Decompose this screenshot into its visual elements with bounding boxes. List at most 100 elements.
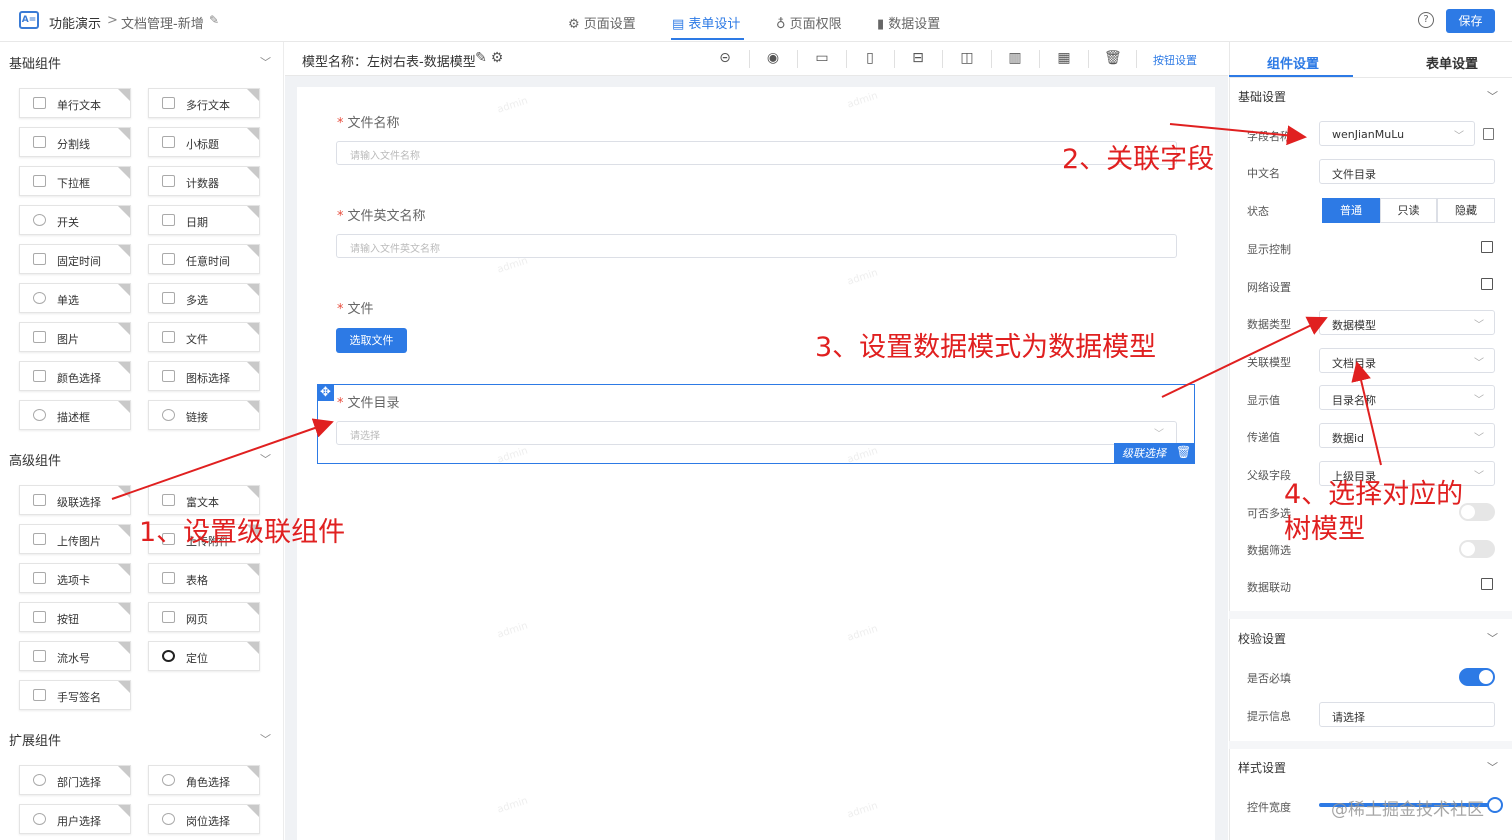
component-description[interactable]: 描述框 (19, 400, 131, 430)
switch-icon (33, 214, 46, 226)
component-multi-text[interactable]: 多行文本 (148, 88, 260, 118)
desktop-icon[interactable]: ▭ (814, 51, 830, 66)
tab-form-design[interactable]: ▤ 表单设计 (672, 13, 740, 32)
component-location[interactable]: 定位 (148, 641, 260, 671)
component-checkbox[interactable]: 多选 (148, 283, 260, 313)
edit-icon[interactable] (1481, 241, 1493, 253)
component-color-picker[interactable]: 颜色选择 (19, 361, 131, 391)
choose-file-button[interactable]: 选取文件 (336, 328, 407, 353)
field-label-file-en-name: * 文件英文名称 (337, 209, 426, 224)
data-filter-toggle[interactable] (1459, 540, 1495, 558)
component-subtitle[interactable]: 小标题 (148, 127, 260, 157)
tab-form-settings[interactable]: 表单设置 (1426, 53, 1478, 72)
component-upload-image[interactable]: 上传图片 (19, 524, 131, 554)
role-icon (162, 774, 175, 786)
location-pin-icon (162, 650, 175, 662)
component-any-time[interactable]: 任意时间 (148, 244, 260, 274)
component-image[interactable]: 图片 (19, 322, 131, 352)
delete-field-icon[interactable]: 🗑 (1176, 445, 1191, 461)
label-network: 网络设置 (1247, 281, 1291, 294)
file-en-name-input[interactable]: 请输入文件英文名称 (336, 234, 1177, 258)
component-divider[interactable]: 分割线 (19, 127, 131, 157)
section-divider (1229, 611, 1512, 619)
file-name-input[interactable]: 请输入文件名称 (336, 141, 1177, 165)
chevron-down-icon[interactable]: ﹀ (260, 451, 271, 467)
layout-rows-icon[interactable]: ⊟ (910, 51, 926, 66)
chevron-down-icon[interactable]: ﹀ (260, 731, 271, 747)
component-file[interactable]: 文件 (148, 322, 260, 352)
edit-title-icon[interactable]: ✎ (209, 13, 219, 27)
status-readonly[interactable]: 只读 (1380, 198, 1437, 223)
save-button[interactable]: 保存 (1446, 9, 1495, 33)
width-slider-handle[interactable] (1487, 797, 1503, 813)
multi-select-toggle[interactable] (1459, 503, 1495, 521)
toolbar-divider (797, 50, 798, 68)
component-tabs[interactable]: 选项卡 (19, 563, 131, 593)
component-table[interactable]: 表格 (148, 563, 260, 593)
layout-2col-icon[interactable]: ◫ (959, 51, 975, 66)
data-type-select[interactable]: 数据模型 ﹀ (1319, 310, 1495, 335)
chevron-down-icon[interactable]: ﹀ (1487, 630, 1498, 646)
help-icon[interactable]: ? (1418, 12, 1434, 28)
chevron-down-icon[interactable]: ﹀ (260, 54, 271, 70)
calendar-icon (33, 253, 46, 265)
component-switch[interactable]: 开关 (19, 205, 131, 235)
edit-icon[interactable] (1481, 578, 1493, 590)
section-style[interactable]: 样式设置 (1238, 759, 1286, 776)
trash-icon[interactable]: 🗑 (1104, 51, 1122, 66)
status-normal[interactable]: 普通 (1322, 198, 1380, 223)
required-toggle[interactable] (1459, 668, 1495, 686)
dropdown-icon (33, 175, 46, 187)
component-signature[interactable]: 手写签名 (19, 680, 131, 710)
component-dropdown[interactable]: 下拉框 (19, 166, 131, 196)
component-fixed-time[interactable]: 固定时间 (19, 244, 131, 274)
file-directory-select[interactable]: 请选择 ﹀ (336, 421, 1177, 445)
component-post-select[interactable]: 岗位选择 (148, 804, 260, 834)
edit-icon[interactable] (1481, 278, 1493, 290)
component-date[interactable]: 日期 (148, 205, 260, 235)
tab-component-settings[interactable]: 组件设置 (1267, 53, 1319, 72)
layout-4col-icon[interactable]: ▦ (1056, 51, 1072, 66)
component-single-text[interactable]: 单行文本 (19, 88, 131, 118)
component-webpage[interactable]: 网页 (148, 602, 260, 632)
chevron-down-icon[interactable]: ﹀ (1487, 88, 1498, 104)
mobile-icon[interactable]: ▯ (862, 51, 878, 66)
component-radio[interactable]: 单选 (19, 283, 131, 313)
field-name-select[interactable]: wenJianMuLu ﹀ (1319, 121, 1475, 146)
tab-page-settings[interactable]: ⚙ 页面设置 (568, 13, 636, 32)
section-extended-components[interactable]: 扩展组件 (9, 730, 61, 749)
section-basic-settings[interactable]: 基础设置 (1238, 88, 1286, 105)
layout-3col-icon[interactable]: ▥ (1007, 51, 1023, 66)
component-dept-select[interactable]: 部门选择 (19, 765, 131, 795)
chevron-down-icon[interactable]: ﹀ (1487, 759, 1498, 775)
move-handle-icon[interactable]: ✥ (317, 384, 334, 401)
component-counter[interactable]: 计数器 (148, 166, 260, 196)
component-user-select[interactable]: 用户选择 (19, 804, 131, 834)
link-icon[interactable]: ⊝ (717, 51, 733, 66)
component-icon-picker[interactable]: 图标选择 (148, 361, 260, 391)
copy-icon[interactable] (1483, 128, 1494, 140)
component-button[interactable]: 按钮 (19, 602, 131, 632)
component-link[interactable]: 链接 (148, 400, 260, 430)
tab-page-permission[interactable]: ♁ 页面权限 (776, 13, 842, 32)
section-validation[interactable]: 校验设置 (1238, 630, 1286, 647)
gear-icon[interactable]: ⚙ (489, 51, 505, 66)
section-advanced-components[interactable]: 高级组件 (9, 450, 61, 469)
edit-icon[interactable]: ✎ (473, 51, 489, 66)
section-basic-components[interactable]: 基础组件 (9, 53, 61, 72)
component-serial-number[interactable]: 流水号 (19, 641, 131, 671)
display-value-select[interactable]: 目录名称 ﹀ (1319, 385, 1495, 410)
pass-value-select[interactable]: 数据id ﹀ (1319, 423, 1495, 448)
rel-model-select[interactable]: 文档目录 ﹀ (1319, 348, 1495, 373)
component-role-select[interactable]: 角色选择 (148, 765, 260, 795)
eye-icon[interactable]: ◉ (765, 51, 781, 66)
tab-data-settings[interactable]: ▮ 数据设置 (877, 13, 940, 32)
status-hidden[interactable]: 隐藏 (1437, 198, 1495, 223)
annotation-step3: 3、设置数据模式为数据模型 (815, 332, 1157, 363)
breadcrumb-root[interactable]: 功能演示 (49, 13, 101, 32)
site-watermark: @稀土掘金技术社区 (1331, 800, 1484, 820)
cn-name-input[interactable]: 文件目录 (1319, 159, 1495, 184)
hint-input[interactable]: 请选择 (1319, 702, 1495, 727)
component-cascade-select[interactable]: 级联选择 (19, 485, 131, 515)
button-settings-link[interactable]: 按钮设置 (1153, 52, 1197, 68)
